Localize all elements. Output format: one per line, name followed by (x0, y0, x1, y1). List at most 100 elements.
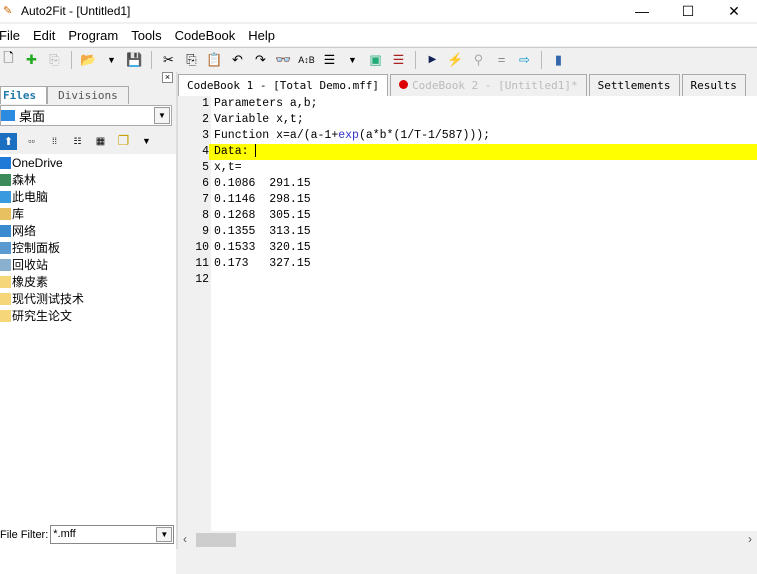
minimize-button[interactable]: — (619, 0, 665, 22)
file-list-item[interactable]: 库 (0, 205, 176, 222)
folder-select-value: 桌面 (19, 109, 46, 124)
file-filter: File Filter: *.mff ▼ (0, 525, 175, 544)
panel-close-icon[interactable]: × (162, 72, 173, 83)
folders-dropdown-icon[interactable]: ▼ (138, 133, 155, 150)
menu-help[interactable]: Help (248, 28, 275, 43)
find-icon[interactable]: 👓 (275, 51, 292, 68)
current-line[interactable]: 4 Data: (178, 144, 757, 160)
file-list: OneDrive 森林 此电脑库网络 控制面板回收站 橡皮素 现代测试技术 研究生论文 (0, 154, 176, 574)
maximize-button[interactable]: ☐ (665, 0, 711, 22)
paste-icon[interactable]: 📋 (206, 51, 223, 68)
export-icon[interactable]: ⇨ (516, 51, 533, 68)
open-dropdown-icon[interactable]: ▼ (103, 51, 120, 68)
code-line[interactable]: 7 0.1146 298.15 (178, 192, 757, 208)
menu-program[interactable]: Program (68, 28, 118, 43)
code-line[interactable]: 8 0.1268 305.15 (178, 208, 757, 224)
list-view-icon[interactable]: ☷ (69, 133, 86, 150)
menu-tools[interactable]: Tools (131, 28, 161, 43)
code-segment: 0.1533 320.15 (214, 241, 311, 254)
code-line[interactable]: 5 x,t= (178, 160, 757, 176)
menu-file[interactable]: File (0, 28, 20, 43)
excel-icon[interactable]: ▣ (367, 51, 384, 68)
folder-icon (0, 190, 11, 203)
step-icon[interactable]: ⚡ (447, 51, 464, 68)
tab-divisions[interactable]: Divisions (47, 86, 129, 104)
code-text: 0.1268 305.15 (214, 208, 311, 224)
code-line[interactable]: 3 Function x=a/(a-1+exp(a*b*(1/T-1/587)))… (178, 128, 757, 144)
menu-bar: File Edit Program Tools CodeBook Help (0, 24, 757, 46)
scroll-left-icon[interactable]: ‹ (183, 532, 187, 546)
run-icon[interactable]: ▶ (424, 51, 441, 68)
code-line[interactable]: 10 0.1533 320.15 (178, 240, 757, 256)
code-line[interactable]: 2 Variable x,t; (178, 112, 757, 128)
tab-files[interactable]: Files (0, 86, 48, 104)
large-icons-icon[interactable]: ▫▫ (23, 133, 40, 150)
code-segment: Variable x,t; (214, 113, 304, 126)
chevron-down-icon[interactable]: ▼ (154, 107, 170, 124)
file-list-item[interactable]: 此电脑 (0, 188, 176, 205)
file-list-item-label: 回收站 (12, 258, 49, 272)
code-line[interactable]: 9 0.1355 313.15 (178, 224, 757, 240)
scroll-right-icon[interactable]: › (748, 532, 752, 546)
undo-icon[interactable]: ↶ (229, 51, 246, 68)
format-dropdown-icon[interactable]: ▼ (344, 51, 361, 68)
code-editor[interactable]: 1 Parameters a,b; 2 Variable x,t; 3 Function … (178, 96, 757, 531)
add-icon[interactable]: ✚ (23, 51, 40, 68)
file-list-item[interactable]: 控制面板 (0, 239, 176, 256)
chevron-down-icon[interactable]: ▼ (156, 527, 173, 542)
app-icon: ✎ (3, 5, 13, 17)
menu-codebook[interactable]: CodeBook (175, 28, 236, 43)
code-text: Function x=a/(a-1+exp(a*b*(1/T-1/587))); (214, 128, 490, 144)
insert-line-icon[interactable]: ☰ (390, 51, 407, 68)
line-number: 7 (202, 193, 209, 206)
folder-icon (0, 207, 11, 220)
menu-edit[interactable]: Edit (33, 28, 55, 43)
exit-icon[interactable]: ▮ (550, 51, 567, 68)
file-list-item[interactable]: 橡皮素 (0, 273, 176, 290)
replace-icon[interactable]: A↕B (298, 51, 315, 68)
tab-codebook-1[interactable]: CodeBook 1 - [Total Demo.mff] (178, 74, 389, 96)
pause-icon[interactable]: ⚲ (470, 51, 487, 68)
details-view-icon[interactable]: ▦ (92, 133, 109, 150)
file-list-item[interactable]: 网络 (0, 222, 176, 239)
cut-icon[interactable]: ✂ (160, 51, 177, 68)
file-list-item[interactable]: 回收站 (0, 256, 176, 273)
tab-codebook-2-label: CodeBook 2 - [Untitled1]* (412, 79, 578, 92)
format-icon[interactable]: ☰ (321, 51, 338, 68)
small-icons-icon[interactable]: ⁞⁞ (46, 133, 63, 150)
tab-results[interactable]: Results (681, 74, 746, 96)
tab-codebook-2[interactable]: CodeBook 2 - [Untitled1]* (390, 74, 587, 96)
open-icon[interactable]: 📂 (80, 51, 97, 68)
up-folder-icon[interactable]: ⬆ (0, 132, 17, 150)
code-text: Variable x,t; (214, 112, 304, 128)
file-list-item[interactable]: 研究生论文 (0, 307, 176, 324)
import-icon[interactable]: ⎘ (46, 51, 63, 68)
file-list-item[interactable]: 现代测试技术 (0, 290, 176, 307)
save-icon[interactable]: 💾 (126, 51, 143, 68)
code-text: 0.1355 313.15 (214, 224, 311, 240)
scroll-thumb[interactable] (196, 533, 236, 547)
code-keyword: exp (338, 129, 359, 142)
horizontal-scrollbar[interactable]: ‹ › (178, 531, 757, 549)
copy-icon[interactable]: ⎘ (183, 51, 200, 68)
code-segment: 0.1086 291.15 (214, 177, 311, 190)
equals-icon[interactable]: = (493, 51, 510, 68)
code-text: Parameters a,b; (214, 96, 318, 112)
code-line[interactable]: 6 0.1086 291.15 (178, 176, 757, 192)
tab-settlements[interactable]: Settlements (588, 74, 680, 96)
file-list-item[interactable]: OneDrive (0, 154, 176, 171)
code-line[interactable]: 1 Parameters a,b; (178, 96, 757, 112)
code-line[interactable]: 12 (178, 272, 757, 288)
folders-icon[interactable]: ❐ (115, 133, 132, 150)
close-button[interactable]: ✕ (711, 0, 757, 22)
folder-icon (0, 258, 11, 271)
file-list-item[interactable]: 森林 (0, 171, 176, 188)
code-text: 0.173 327.15 (214, 256, 311, 272)
folder-icon (0, 275, 11, 288)
new-icon[interactable]: 🗋 (0, 50, 17, 68)
file-filter-label: File Filter: (0, 528, 49, 541)
file-filter-select[interactable]: *.mff ▼ (50, 525, 175, 544)
redo-icon[interactable]: ↷ (252, 51, 269, 68)
code-line[interactable]: 11 0.173 327.15 (178, 256, 757, 272)
folder-select[interactable]: 桌面 ▼ (0, 105, 172, 126)
